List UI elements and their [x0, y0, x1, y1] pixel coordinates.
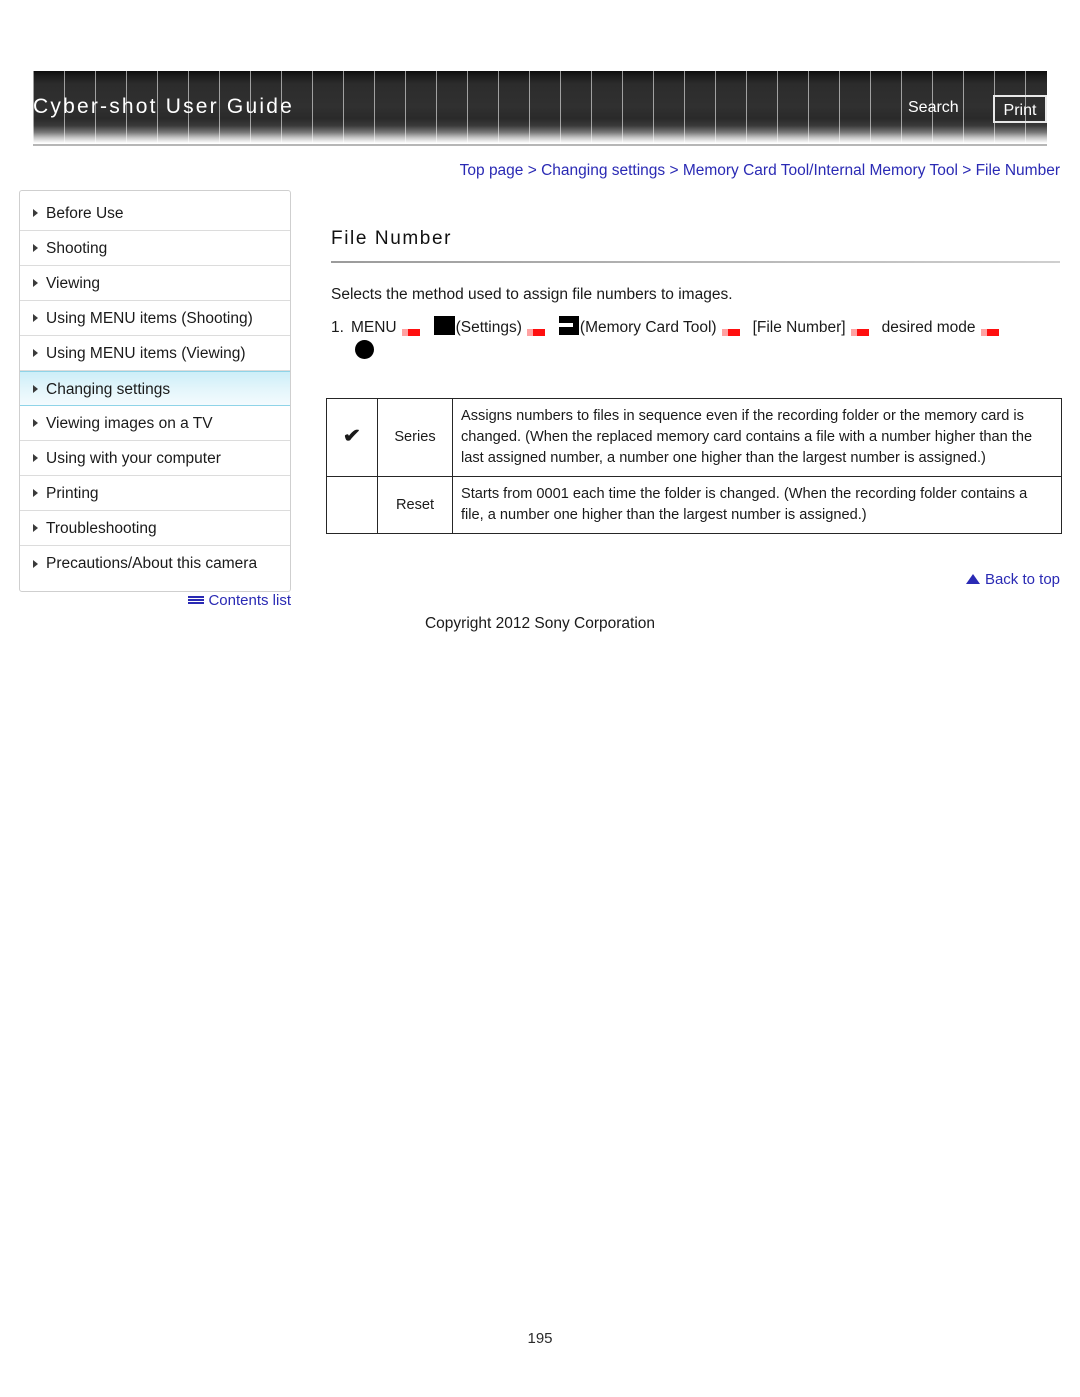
- red-arrow-icon: [980, 322, 1007, 336]
- sidebar-item-shooting[interactable]: Shooting: [20, 231, 290, 266]
- list-icon: [188, 596, 205, 604]
- sidebar-item-label: Viewing images on a TV: [46, 415, 213, 432]
- sidebar-item-label: Viewing: [46, 275, 101, 292]
- step-filenumber-label: [File Number]: [752, 319, 846, 336]
- search-link[interactable]: Search: [908, 99, 959, 117]
- row-check-cell: [326, 476, 378, 534]
- red-arrow-icon: [526, 322, 553, 336]
- contents-list-label: Contents list: [208, 592, 291, 609]
- row-description-cell: Assigns numbers to files in sequence eve…: [452, 398, 1062, 477]
- step-memorycard-label: (Memory Card Tool): [579, 319, 717, 336]
- page-brand-title: Cyber-shot User Guide: [33, 95, 294, 118]
- memory-card-tool-icon-bar: [572, 316, 579, 335]
- checkmark-icon: ✔: [342, 425, 362, 447]
- sidebar-item-label: Printing: [46, 485, 99, 502]
- sidebar-item-label: Troubleshooting: [46, 520, 157, 537]
- memory-card-tool-icon: [558, 316, 579, 335]
- copyright-text: Copyright 2012 Sony Corporation: [424, 615, 656, 632]
- sidebar-item-using-menu-viewing[interactable]: Using MENU items (Viewing): [20, 336, 290, 371]
- settings-icon: [433, 316, 455, 335]
- chevron-right-icon: [33, 524, 38, 532]
- step-settings-label: (Settings): [455, 319, 522, 336]
- title-divider: [331, 261, 1060, 263]
- sidebar-item-using-with-computer[interactable]: Using with your computer: [20, 441, 290, 476]
- sidebar-item-viewing[interactable]: Viewing: [20, 266, 290, 301]
- header-divider: [33, 144, 1047, 146]
- print-button[interactable]: Print: [993, 95, 1047, 123]
- procedure-step-1: 1. MENU (Settings) (Memory Card Tool) [File …: [331, 316, 1061, 340]
- chevron-right-icon: [33, 209, 38, 217]
- chevron-right-icon: [33, 279, 38, 287]
- back-to-top-label: Back to top: [984, 571, 1060, 588]
- chevron-right-icon: [33, 314, 38, 322]
- step-menu-label: MENU: [350, 319, 397, 336]
- sidebar-item-viewing-images-tv[interactable]: Viewing images on a TV: [20, 406, 290, 441]
- sidebar-item-label: Using with your computer: [46, 450, 221, 467]
- chevron-right-icon: [33, 454, 38, 462]
- chevron-right-icon: [33, 419, 38, 427]
- back-to-top-link[interactable]: Back to top: [0, 571, 1060, 588]
- table-row: Reset Starts from 0001 each time the fol…: [326, 476, 1062, 534]
- red-arrow-icon: [401, 322, 428, 336]
- shutter-dot-icon: [355, 340, 374, 359]
- sidebar-item-label: Precautions/About this camera: [46, 555, 258, 572]
- breadcrumb[interactable]: Top page > Changing settings > Memory Ca…: [0, 162, 1060, 180]
- red-arrow-icon: [721, 322, 748, 336]
- table-row: ✔ Series Assigns numbers to files in seq…: [326, 398, 1062, 477]
- chevron-right-icon: [33, 244, 38, 252]
- sidebar-item-troubleshooting[interactable]: Troubleshooting: [20, 511, 290, 546]
- row-check-cell: ✔: [326, 398, 378, 477]
- triangle-up-icon: [965, 574, 980, 584]
- sidebar-item-label: Before Use: [46, 205, 124, 222]
- page-number: 195: [527, 1330, 553, 1347]
- row-description-cell: Starts from 0001 each time the folder is…: [452, 476, 1062, 534]
- chevron-right-icon: [33, 384, 38, 393]
- sidebar-nav: Before Use Shooting Viewing Using MENU i…: [19, 190, 291, 592]
- row-name-cell: Series: [377, 398, 453, 477]
- contents-list-link[interactable]: Contents list: [19, 592, 291, 609]
- sidebar-item-label: Shooting: [46, 240, 108, 257]
- sidebar-item-using-menu-shooting[interactable]: Using MENU items (Shooting): [20, 301, 290, 336]
- step-desiredmode-label: desired mode: [881, 319, 976, 336]
- step-confirm-button-icon-wrap: [355, 340, 374, 361]
- chevron-right-icon: [33, 559, 38, 568]
- sidebar-item-label: Changing settings: [46, 381, 171, 398]
- sidebar-item-before-use[interactable]: Before Use: [20, 196, 290, 231]
- page-title: File Number: [331, 228, 453, 249]
- options-table: ✔ Series Assigns numbers to files in seq…: [326, 398, 1062, 534]
- chevron-right-icon: [33, 489, 38, 497]
- sidebar-item-changing-settings[interactable]: Changing settings: [20, 371, 290, 406]
- row-name-cell: Reset: [377, 476, 453, 534]
- sidebar-item-label: Using MENU items (Shooting): [46, 310, 253, 327]
- red-arrow-icon: [850, 322, 877, 336]
- intro-paragraph: Selects the method used to assign file n…: [331, 286, 733, 303]
- chevron-right-icon: [33, 349, 38, 357]
- sidebar-item-label: Using MENU items (Viewing): [46, 345, 246, 362]
- step-number: 1.: [331, 319, 344, 336]
- sidebar-item-printing[interactable]: Printing: [20, 476, 290, 511]
